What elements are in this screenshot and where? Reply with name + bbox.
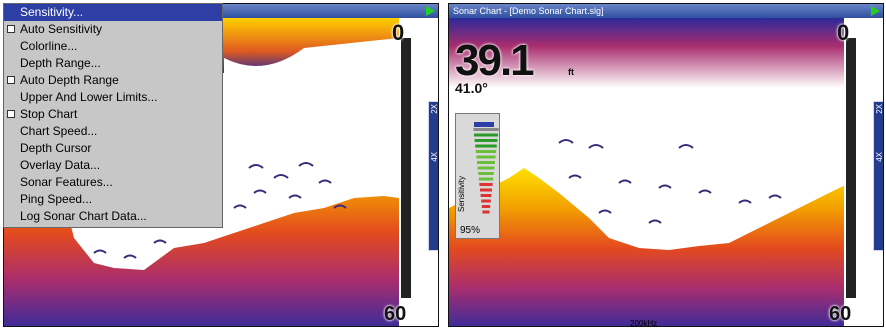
sensitivity-level-bar [477,161,495,164]
zoom-4x-label[interactable]: 4X [430,152,439,162]
menu-item-label: Depth Range... [20,56,101,70]
sonar-context-menu: Sensitivity... Auto Sensitivity Colorline.… [3,3,223,228]
menu-item-label: Chart Speed... [20,124,98,138]
sensitivity-percent: 95% [460,225,481,236]
menu-item[interactable]: Log Sonar Chart Data... [4,208,222,225]
menu-item[interactable]: Depth Cursor [4,140,222,157]
sensitivity-level-bar [480,188,492,192]
zoom-2x-label[interactable]: 2X [430,104,439,114]
menu-item-label: Auto Sensitivity [20,22,103,36]
sensitivity-level-bar [476,155,496,159]
sensitivity-bars [473,122,499,214]
scale-top-label: 0 [392,20,405,45]
menu-item[interactable]: Depth Range... [4,55,222,72]
menu-item-label: Overlay Data... [20,158,101,172]
sensitivity-level-bar [473,128,499,131]
sensitivity-level-bar [482,210,490,214]
fish-arches [558,139,782,224]
play-arrow-icon[interactable] [426,6,435,16]
menu-item[interactable]: Stop Chart [4,106,222,123]
menu-item[interactable]: Auto Depth Range [4,72,222,89]
menu-item-label: Depth Cursor [20,141,92,155]
sensitivity-level-bar [479,183,493,186]
menu-item-label: Sensitivity... [20,5,84,19]
checkbox-icon[interactable] [7,76,15,84]
sensitivity-level-bar [481,199,491,203]
zoom-2x-label[interactable]: 2X [875,104,884,114]
sensitivity-slider-knob[interactable] [474,122,494,127]
menu-item-label: Ping Speed... [20,192,93,206]
depth-unit-label: ft [568,67,574,77]
sensitivity-control[interactable]: Sensitivity 95% [455,113,500,239]
depth-scale-bar [401,38,411,298]
checkbox-icon[interactable] [7,25,15,33]
menu-item[interactable]: Chart Speed... [4,123,222,140]
menu-item[interactable]: Auto Sensitivity [4,21,222,38]
sensitivity-level-bar [474,133,498,137]
menu-item-label: Stop Chart [20,107,78,121]
sensitivity-level-bar [477,166,495,170]
checkbox-icon[interactable] [7,110,15,118]
scale-bottom-label: 60 [829,303,852,325]
sensitivity-level-bar [474,139,498,142]
menu-item-label: Log Sonar Chart Data... [20,209,147,223]
sensitivity-level-bar [480,194,492,197]
menu-item[interactable]: Ping Speed... [4,191,222,208]
menu-item[interactable]: Upper And Lower Limits... [4,89,222,106]
menu-item[interactable]: Sensitivity... [4,4,222,21]
play-arrow-icon[interactable] [871,6,880,16]
sensitivity-level-bar [475,144,497,148]
sensitivity-level-bar [475,150,497,153]
frequency-label: 200kHz [630,319,658,327]
zoom-bar[interactable]: 2X 4X [428,101,439,251]
menu-item[interactable]: Overlay Data... [4,157,222,174]
bottom-return [449,168,844,326]
sonar-chart[interactable]: 0 60 2X 4X 39.1 ft 41.0° Sensitivity 95%… [449,18,884,327]
water-temperature: 41.0° [455,80,488,96]
zoom-4x-label[interactable]: 4X [875,152,884,162]
menu-item[interactable]: Sonar Features... [4,174,222,191]
window-title: Sonar Chart - [Demo Sonar Chart.slg] [449,4,883,18]
scale-bottom-label: 60 [384,303,407,325]
sensitivity-level-bar [478,172,494,175]
scale-top-label: 0 [837,20,850,45]
sensitivity-level-bar [478,177,494,181]
menu-item-label: Upper And Lower Limits... [20,90,158,104]
menu-item[interactable]: Colorline... [4,38,222,55]
menu-item-label: Sonar Features... [20,175,113,189]
zoom-bar[interactable]: 2X 4X [873,101,884,251]
menu-item-label: Auto Depth Range [20,73,119,87]
depth-digital-readout: 39.1 [455,36,535,85]
menu-item-label: Colorline... [20,39,78,53]
sensitivity-level-bar [481,205,491,208]
sonar-screen-right: Sonar Chart - [Demo Sonar Chart.slg] 0 6… [448,3,884,327]
depth-scale-bar [846,38,856,298]
